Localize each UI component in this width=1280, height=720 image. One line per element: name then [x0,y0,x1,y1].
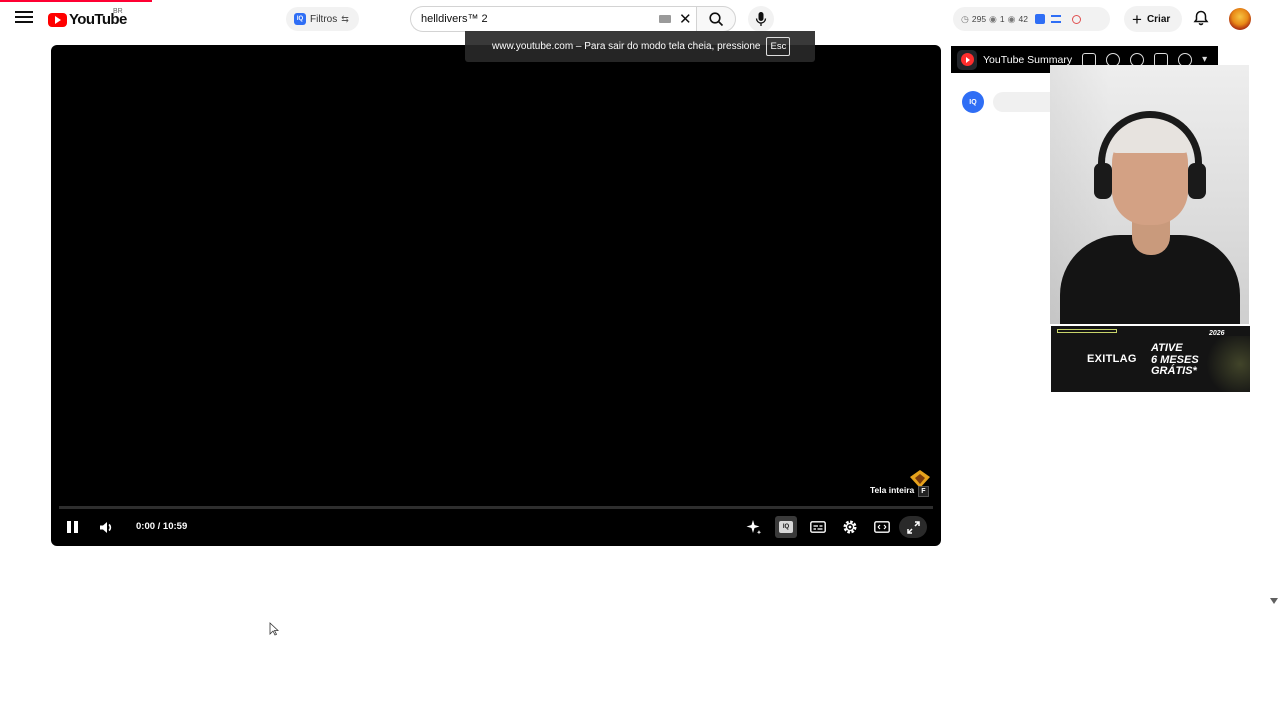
fullscreen-tooltip-text: Tela inteira [870,485,915,495]
summary-title: YouTube Summary [983,53,1073,66]
volume-icon [100,522,112,533]
notifications-bell-icon[interactable] [1192,9,1210,27]
plus-icon: + [1132,9,1142,29]
esc-key-hint: Esc [766,37,791,56]
ad-year: 2026 [1209,330,1225,337]
exitlag-ad-banner[interactable]: 2026 EXITLAG ATIVE 6 MESES GRÁTIS* [1051,326,1250,392]
create-button[interactable]: + Criar [1124,6,1182,32]
pin-icon[interactable] [1071,14,1081,24]
exit-fullscreen-icon [906,520,920,534]
avatar[interactable] [1229,8,1251,30]
ad-decoration [1057,329,1117,333]
filters-label: Filtros [310,13,338,25]
search-icon [709,12,724,27]
mouse-cursor-icon [269,622,279,636]
headset-cup-left [1094,163,1112,199]
fullscreen-key: F [918,486,929,497]
subtitles-button[interactable] [807,516,829,538]
mute-button[interactable] [99,521,113,539]
tune-icon: ⇆ [341,13,349,24]
ai-sparkle-button[interactable] [743,516,765,538]
subtitles-icon [810,521,826,533]
stat-c: 42 [1018,14,1028,24]
fullscreen-notice-text: www.youtube.com – Para sair do modo tela… [492,41,761,52]
sparkle-icon [746,520,762,535]
filters-button[interactable]: IQ Filtros ⇆ [286,7,359,31]
create-label: Criar [1146,13,1171,25]
clock-icon: ◷ [961,13,969,24]
theater-mode-button[interactable] [871,516,893,538]
video-player[interactable]: Tela inteira F 0:00 / 10:59 IQ [51,45,941,546]
search-input[interactable]: helldivers™ 2 [421,13,488,25]
youtube-play-icon [48,12,67,27]
theater-icon [874,521,890,533]
ad-line-3: GRÁTIS* [1151,365,1197,377]
gear-icon [843,520,857,534]
iq-player-button[interactable]: IQ [775,516,797,538]
headset-icon [1098,111,1202,171]
youtube-summary-logo-icon [957,49,977,70]
menu-icon[interactable] [14,8,34,28]
webcam-overlay [1050,65,1249,324]
fullscreen-notice: www.youtube.com – Para sair do modo tela… [465,31,815,62]
logo-country-code: BR [113,8,123,15]
iq-avatar-icon[interactable]: IQ [962,91,984,113]
clear-search-icon[interactable]: ✕ [679,12,692,27]
stat-a: 295 [971,14,987,24]
search-button[interactable] [696,6,736,32]
search-box[interactable]: helldivers™ 2 ✕ [410,6,696,32]
voice-search-button[interactable] [748,6,774,32]
pause-button[interactable] [67,521,79,533]
ad-glow [1201,336,1250,392]
iq-ext-icon[interactable] [1034,14,1045,24]
fullscreen-tooltip: Tela inteira F [870,485,929,497]
progress-bar[interactable] [59,506,933,509]
ad-line-1: ATIVE [1151,342,1183,354]
eye-icon: ◉ [989,13,997,24]
stat-b: 1 [999,14,1005,24]
extension-stats-pill[interactable]: ◷ 295 ◉ 1 ◉ 42 [953,7,1110,31]
eye-icon-2: ◉ [1007,13,1016,24]
pause-icon [67,521,71,533]
microphone-icon [755,12,767,26]
scroll-down-arrow-icon[interactable] [1270,598,1278,604]
playlist-icon[interactable] [1050,15,1061,23]
pause-icon-bar [74,521,78,533]
iq-player-icon: IQ [779,521,793,533]
keyboard-icon[interactable] [659,15,671,23]
settings-button[interactable] [839,516,861,538]
ad-brand: EXITLAG [1087,353,1137,365]
headset-cup-right [1188,163,1206,199]
exit-fullscreen-button[interactable] [899,516,927,538]
time-display: 0:00 / 10:59 [136,521,188,532]
iq-icon: IQ [294,13,306,25]
